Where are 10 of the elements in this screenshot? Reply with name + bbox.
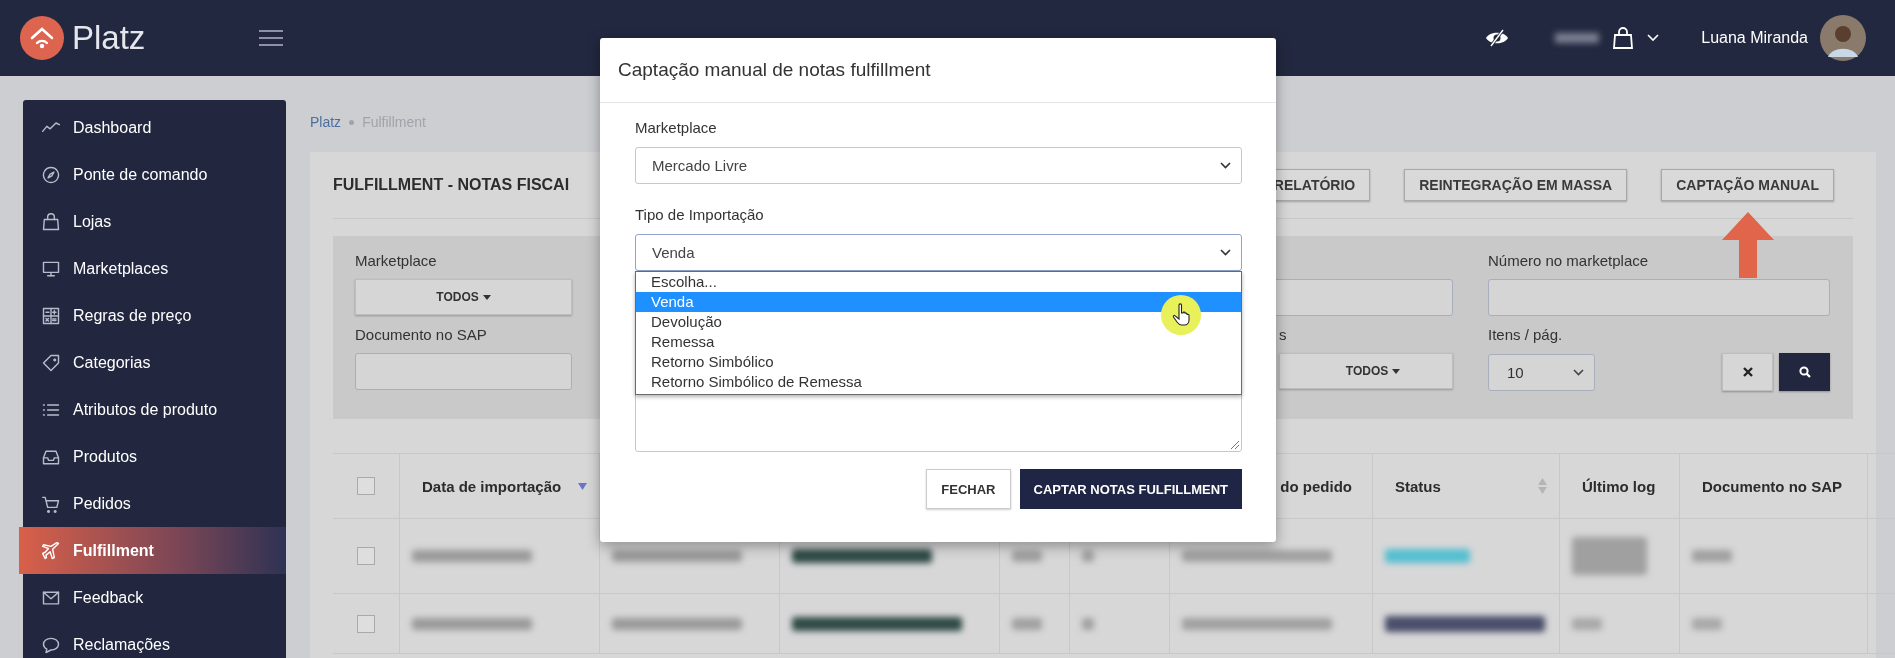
field-label: Tipo de Importação (635, 206, 765, 224)
brand-name: Platz (72, 19, 146, 57)
field-label: Itens / pág. (1488, 326, 1564, 344)
field-label: s (1279, 326, 1288, 344)
field-label: Marketplace (635, 119, 718, 137)
modal-title: Captação manual de notas fulfillment (618, 59, 931, 81)
page-title: FULFILLMENT - NOTAS FISCAI (333, 176, 570, 194)
field-label: Documento no SAP (355, 326, 488, 344)
field-label: Marketplace (355, 252, 438, 270)
field-label: Número no marketplace (1488, 252, 1650, 270)
